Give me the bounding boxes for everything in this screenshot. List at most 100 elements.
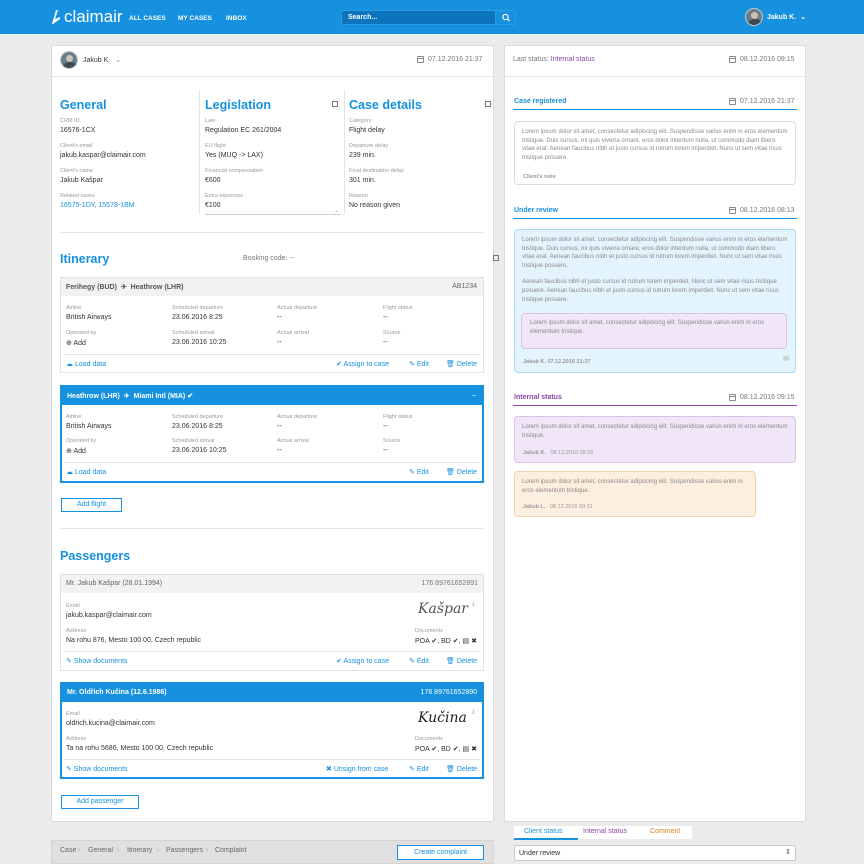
add-passenger-button[interactable]: Add passenger bbox=[61, 795, 139, 809]
edit-icon[interactable] bbox=[484, 101, 491, 108]
assign-to-case-link[interactable]: ✔ Assign to case bbox=[336, 657, 389, 665]
operated-add[interactable]: ⊕ Add bbox=[66, 447, 86, 455]
assign-label: Assign to case bbox=[343, 361, 389, 368]
author-date: 08.12.2016 09:31 bbox=[549, 504, 593, 510]
note-author: Jakub L. 08.12.2016 09:31 bbox=[523, 503, 593, 512]
add-flight-button[interactable]: Add flight bbox=[61, 498, 122, 512]
brand-logo[interactable]: claimair bbox=[50, 6, 123, 28]
documents-value: POA ✔, BD ✔, ▤ ✖ bbox=[415, 746, 477, 753]
email-value: jakub.kaspar@claimair.com bbox=[66, 612, 152, 619]
assignee[interactable]: Jakub K. ⌄ bbox=[60, 51, 121, 69]
passenger-header[interactable]: Mr. Oldřich Kučina (12.6.1986) 176 89761… bbox=[62, 684, 482, 702]
passenger-header[interactable]: Mr. Jakub Kašpar (28.01.1994) 176 897616… bbox=[61, 575, 483, 593]
breadcrumb-item[interactable]: Case bbox=[60, 847, 76, 854]
flight-header[interactable]: Ferihegy (BUD) ✈ Heathrow (LHR) AB1234 bbox=[61, 278, 483, 296]
airline-label: Airline bbox=[66, 305, 82, 311]
general-title: General bbox=[60, 98, 107, 112]
chevron-right-icon: › bbox=[78, 847, 81, 854]
calendar-icon bbox=[729, 207, 736, 214]
assign-to-case-link[interactable]: ✔ Assign to case bbox=[336, 360, 389, 368]
sched-dep-label: Scheduled departure bbox=[172, 305, 224, 311]
nav-my-cases[interactable]: MY CASES bbox=[178, 15, 212, 22]
download-icon[interactable]: ⤓ bbox=[472, 709, 475, 716]
related-cases-link[interactable]: 16575-1DY, 15578-1BM bbox=[60, 202, 135, 209]
email-value: oldrich.kucina@claimair.com bbox=[66, 720, 155, 727]
collapse-icon[interactable]: – bbox=[472, 392, 476, 399]
internal-note: Lorem ipsum dolor sit amet, consectetur … bbox=[514, 416, 796, 463]
under-review-date: 08.12.2016 08:13 bbox=[729, 207, 795, 214]
delete-link[interactable]: 🗑 Delete bbox=[446, 360, 477, 368]
sched-arr-value: 23.06.2016 10:25 bbox=[172, 447, 227, 454]
case-registered-title: Case registered bbox=[514, 98, 567, 105]
actual-dep-value: -- bbox=[277, 423, 282, 430]
nav-inbox[interactable]: INBOX bbox=[226, 15, 247, 22]
flight-status-value: -- bbox=[383, 423, 388, 430]
edit-link[interactable]: ✎ Edit bbox=[409, 657, 429, 665]
unsign-from-case-link[interactable]: ✖ Unsign from case bbox=[326, 765, 388, 773]
status-select[interactable]: Under review ⇕ bbox=[514, 845, 796, 861]
search-input[interactable]: Search... bbox=[341, 10, 516, 25]
address-value: Ta na rohu 5686, Mesto 100 00, Czech rep… bbox=[66, 745, 214, 752]
flight-to: Heathrow (LHR) bbox=[130, 284, 184, 291]
sched-dep-value: 23.06.2016 8:25 bbox=[172, 314, 223, 321]
crm-value: 16576-1CX bbox=[60, 127, 96, 134]
breadcrumb-item[interactable]: Passengers bbox=[166, 847, 203, 854]
delete-link[interactable]: 🗑 Delete bbox=[446, 468, 477, 476]
client-email-value: jakub.kaspar@claimair.com bbox=[60, 152, 146, 159]
load-data-label: Load data bbox=[74, 361, 107, 368]
internal-status-date: 08.12.2016 09:15 bbox=[729, 394, 795, 401]
sched-arr-value: 23.06.2016 10:25 bbox=[172, 339, 227, 346]
user-menu[interactable]: Jakub K. ⌄ bbox=[745, 7, 806, 27]
address-label: Address bbox=[66, 628, 87, 634]
avatar bbox=[745, 8, 763, 26]
edit-icon[interactable] bbox=[332, 101, 338, 108]
sched-dep-label: Scheduled departure bbox=[172, 414, 224, 420]
search-button[interactable] bbox=[495, 11, 515, 24]
show-documents-link[interactable]: ✎ Show documents bbox=[66, 657, 128, 665]
tab-client-status[interactable]: Client status bbox=[524, 828, 563, 835]
delete-link[interactable]: 🗑 Delete bbox=[446, 765, 477, 773]
actual-arr-value: -- bbox=[277, 339, 282, 346]
paperclip-icon: ✎ bbox=[66, 766, 72, 773]
load-data-link[interactable]: ☁ Load data bbox=[66, 360, 106, 368]
case-date: 07.12.2016 21:37 bbox=[417, 56, 483, 63]
load-data-link[interactable]: ☁ Load data bbox=[66, 468, 106, 476]
delete-label: Delete bbox=[456, 361, 478, 368]
edit-link[interactable]: ✎ Edit bbox=[409, 360, 429, 368]
operated-add[interactable]: ⊕ Add bbox=[66, 339, 86, 347]
edit-link[interactable]: ✎ Edit bbox=[409, 765, 429, 773]
tab-internal-status[interactable]: Internal status bbox=[583, 828, 627, 835]
date-text: 08.12.2016 09:15 bbox=[740, 394, 795, 401]
edit-icon[interactable] bbox=[492, 255, 499, 262]
extra-value: €100 bbox=[205, 202, 221, 209]
breadcrumb-item[interactable]: Itinerary bbox=[127, 847, 152, 854]
breadcrumb-item[interactable]: General bbox=[88, 847, 113, 854]
flight-header[interactable]: Heathrow (LHR) ✈ Miami Intl (MIA) ✔ – bbox=[62, 387, 482, 405]
final-delay-value: 301 min. bbox=[349, 177, 376, 184]
legislation-title: Legislation bbox=[205, 98, 271, 112]
case-date-text: 07.12.2016 21:37 bbox=[428, 56, 483, 63]
internal-comment: Lorem ipsum dolor sit amet, consectetur … bbox=[521, 313, 787, 349]
passenger-name: Mr. Jakub Kašpar (28.01.1994) bbox=[66, 580, 163, 587]
tab-comment[interactable]: Comment bbox=[650, 828, 680, 835]
show-documents-link[interactable]: ✎ Show documents bbox=[66, 765, 128, 773]
extra-expenses-field[interactable] bbox=[205, 214, 340, 215]
last-status-value[interactable]: Internal status bbox=[551, 56, 595, 63]
status-date-text: 08.12.2016 09:15 bbox=[740, 56, 795, 63]
create-complaint-button[interactable]: Create complaint bbox=[397, 845, 484, 860]
download-icon[interactable]: ⤓ bbox=[472, 601, 475, 608]
mail-icon[interactable]: ✉ bbox=[783, 356, 789, 365]
reason-label: Reason bbox=[349, 193, 368, 199]
nav-all-cases[interactable]: ALL CASES bbox=[129, 15, 166, 22]
search-placeholder: Search... bbox=[348, 14, 378, 21]
passenger-number: 176 89761652890 bbox=[420, 689, 477, 696]
note-author: Jakub K. 07.12.2016 21:37 bbox=[523, 359, 591, 365]
edit-link[interactable]: ✎ Edit bbox=[409, 468, 429, 476]
show-documents-label: Show documents bbox=[73, 658, 128, 665]
airline-value: British Airways bbox=[66, 423, 112, 430]
breadcrumb-item[interactable]: Complaint bbox=[215, 847, 247, 854]
email-label: Email bbox=[66, 603, 80, 609]
documents-label: Documents bbox=[415, 628, 443, 634]
final-delay-label: Final destination delay bbox=[349, 168, 404, 174]
delete-link[interactable]: 🗑 Delete bbox=[446, 657, 477, 665]
